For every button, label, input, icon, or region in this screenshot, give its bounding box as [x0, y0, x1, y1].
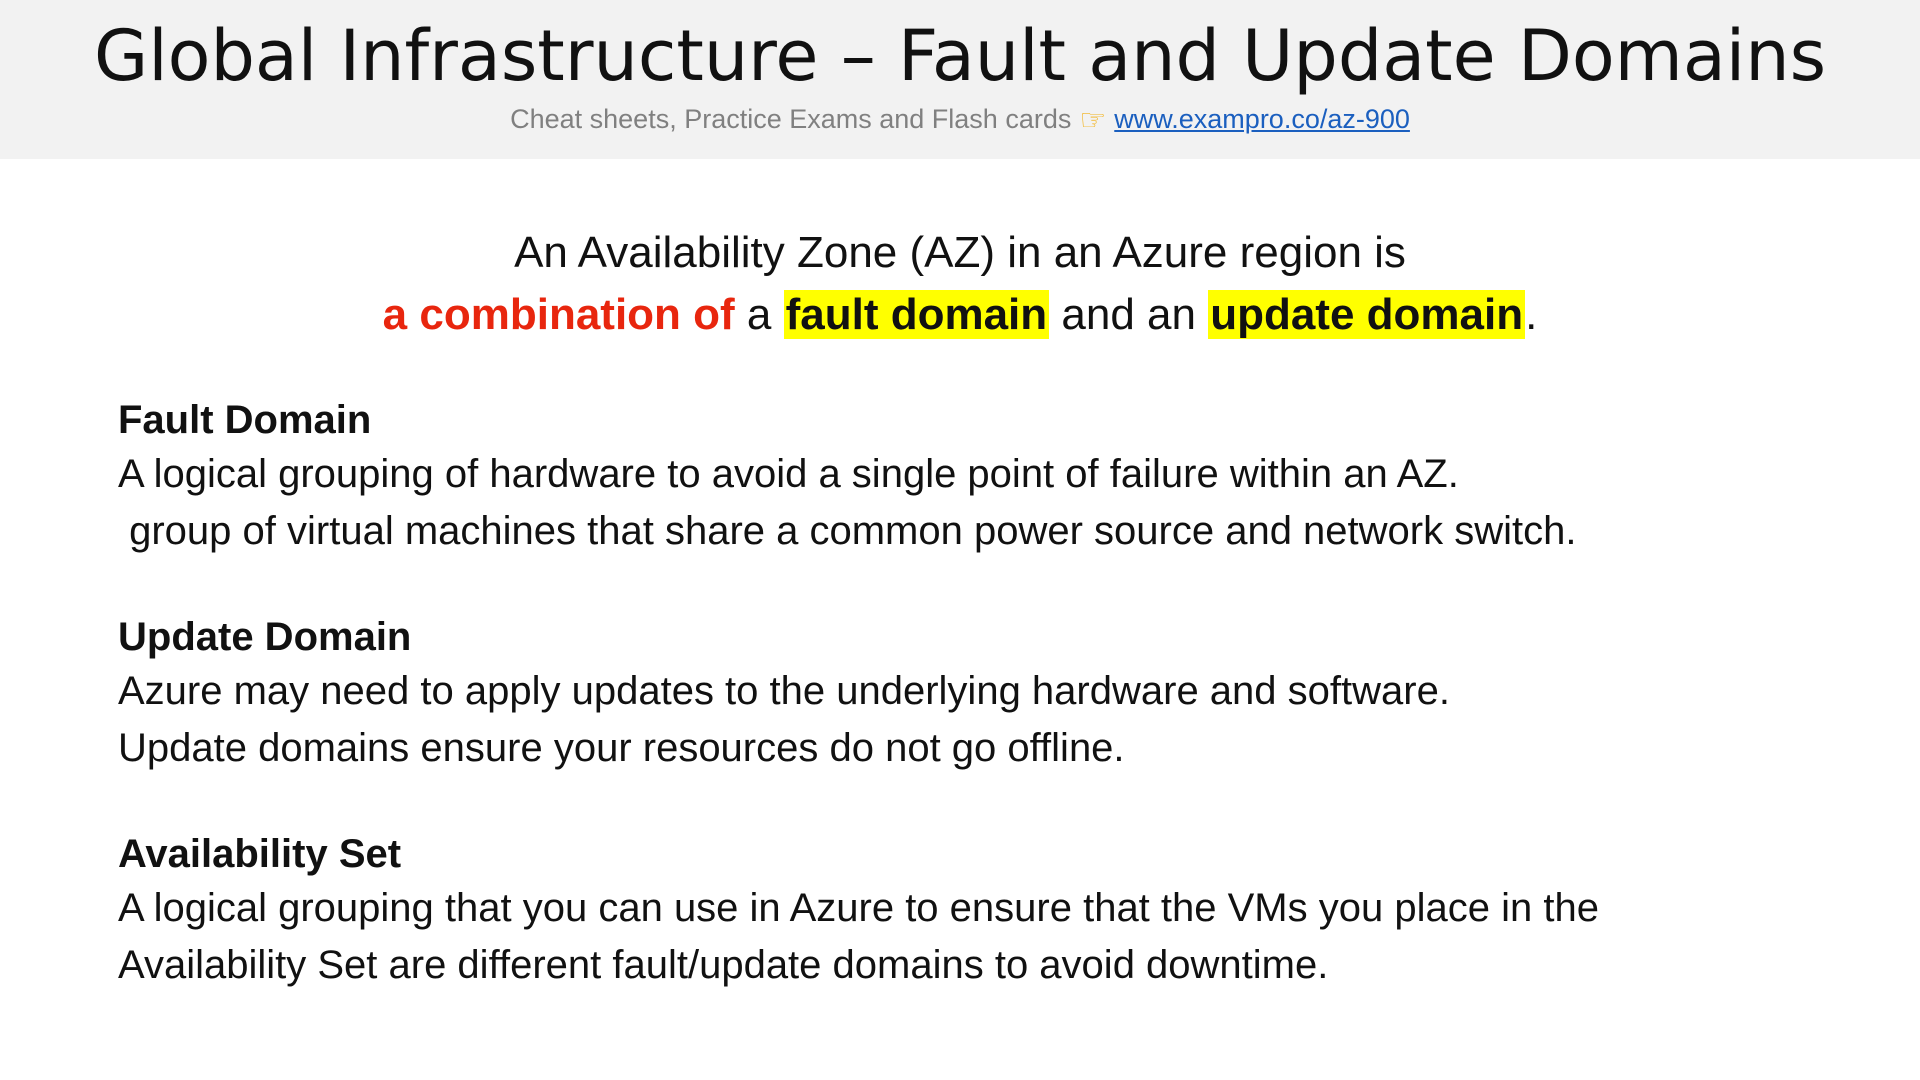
- availability-set-line-2: Availability Set are different fault/upd…: [118, 943, 1329, 987]
- fault-domain-line-1: A logical grouping of hardware to avoid …: [118, 452, 1459, 496]
- page-title: Global Infrastructure – Fault and Update…: [93, 15, 1827, 97]
- availability-set-heading: Availability Set: [118, 832, 402, 876]
- update-domain-heading: Update Domain: [118, 615, 412, 659]
- intro-a-word: a: [734, 290, 784, 339]
- fault-domain-highlight: fault domain: [783, 290, 1050, 339]
- subtitle-text: Cheat sheets, Practice Exams and Flash c…: [510, 104, 1072, 134]
- intro-statement: An Availability Zone (AZ) in an Azure re…: [0, 222, 1920, 346]
- header-banner: Global Infrastructure – Fault and Update…: [0, 0, 1920, 159]
- update-domain-line-1: Azure may need to apply updates to the u…: [118, 669, 1450, 713]
- fault-domain-section: Fault Domain A logical grouping of hardw…: [118, 394, 1878, 560]
- combination-phrase: a combination of: [382, 290, 735, 339]
- intro-period: .: [1525, 290, 1538, 339]
- intro-line-1: An Availability Zone (AZ) in an Azure re…: [514, 228, 1406, 277]
- intro-and-an: and an: [1049, 290, 1209, 339]
- availability-set-section: Availability Set A logical grouping that…: [118, 828, 1878, 994]
- intro-line-2: a combination of a fault domain and an u…: [0, 284, 1920, 346]
- availability-set-line-1: A logical grouping that you can use in A…: [118, 886, 1599, 930]
- pointing-hand-icon: ☞: [1079, 104, 1107, 137]
- update-domain-line-2: Update domains ensure your resources do …: [118, 726, 1125, 770]
- fault-domain-line-2: group of virtual machines that share a c…: [118, 509, 1577, 553]
- subtitle: Cheat sheets, Practice Exams and Flash c…: [0, 99, 1920, 141]
- exampro-link[interactable]: www.exampro.co/az-900: [1114, 104, 1410, 134]
- update-domain-highlight: update domain: [1208, 290, 1526, 339]
- update-domain-section: Update Domain Azure may need to apply up…: [118, 611, 1878, 777]
- fault-domain-heading: Fault Domain: [118, 398, 372, 442]
